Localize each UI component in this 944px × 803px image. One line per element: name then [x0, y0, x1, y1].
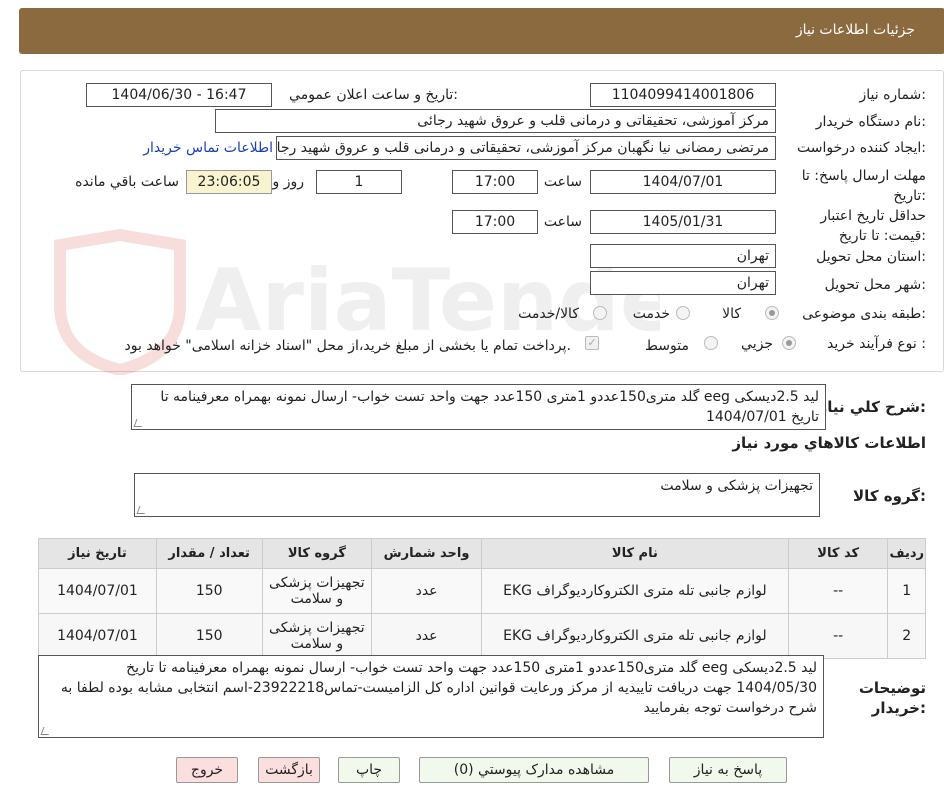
creator-label: ایجاد کننده درخواست:	[797, 140, 926, 156]
cell-name: لوازم جانبی تله متری الکتروکاردیوگراف EK…	[480, 568, 789, 614]
cell-name: لوازم جانبی تله متری الکتروکاردیوگراف EK…	[480, 613, 789, 659]
cell-date: 1404/07/01	[38, 613, 157, 659]
goods-group-value: تجهیزات پزشکی و سلامت	[660, 478, 813, 494]
col-header-quantity: تعداد / مقدار	[155, 538, 263, 569]
process-medium-radio[interactable]	[704, 336, 718, 350]
category-goods-label: کالا	[722, 306, 741, 322]
validity-time-field: 17:00	[452, 210, 538, 234]
need-number-field: 1104099414001806	[590, 83, 776, 107]
category-service-radio[interactable]	[676, 306, 690, 320]
page-title: جزئیات اطلاعات نیاز	[795, 22, 915, 38]
cell-unit: عدد	[371, 568, 482, 614]
deadline-time-field: 17:00	[452, 170, 538, 194]
resize-handle-icon[interactable]	[133, 419, 145, 427]
resize-handle-icon[interactable]	[40, 727, 52, 735]
category-both-radio[interactable]	[593, 306, 607, 320]
payment-checkbox[interactable]: ✓	[585, 336, 599, 350]
buyer-notes-text: لید 2.5دیسکی eeg گلد متری150عددو 1متری 1…	[60, 660, 817, 716]
cell-row-number: 1	[887, 568, 926, 614]
creator-field: مرتضی رمضانی نیا نگهبان مرکز آموزشی، تحق…	[276, 136, 776, 160]
city-field: تهران	[590, 271, 776, 295]
table-row: 1 -- لوازم جانبی تله متری الکتروکاردیوگر…	[38, 568, 926, 614]
description-label: شرح کلي نیاز:	[818, 398, 926, 416]
deadline-date-field: 1404/07/01	[590, 170, 776, 194]
exit-button[interactable]: خروج	[176, 757, 238, 783]
remaining-label: ساعت باقي مانده	[75, 174, 179, 190]
buyer-contact-link[interactable]: اطلاعات تماس خریدار	[143, 140, 273, 156]
buyer-notes-label: توضیحات خریدار:	[858, 679, 926, 717]
back-button[interactable]: بازگشت	[258, 757, 320, 783]
cell-code: --	[787, 568, 889, 614]
category-goods-radio[interactable]	[765, 306, 779, 320]
process-small-radio[interactable]	[782, 336, 796, 350]
buyer-org-field: مرکز آموزشی، تحقیقاتی و درمانی قلب و عرو…	[215, 109, 776, 133]
days-field: 1	[316, 170, 402, 194]
cell-group: تجهیزات پزشکی و سلامت	[261, 568, 373, 614]
process-label: نوع فرآیند خرید :	[827, 336, 926, 352]
cell-code: --	[787, 613, 889, 659]
goods-section-title: اطلاعات کالاهاي مورد نیاز	[732, 434, 926, 452]
reply-button[interactable]: پاسخ به نیاز	[669, 757, 787, 783]
col-header-code: کد کالا	[787, 538, 889, 569]
description-textarea[interactable]: لید 2.5دیسکی eeg گلد متری150عددو 1متری 1…	[131, 384, 826, 430]
process-medium-label: متوسط	[645, 338, 689, 354]
table-header-row: ردیف کد کالا نام کالا واحد شمارش گروه کا…	[38, 538, 926, 569]
cell-date: 1404/07/01	[38, 568, 157, 614]
province-label: استان محل تحویل:	[816, 249, 926, 265]
category-service-label: خدمت	[632, 306, 670, 322]
resize-handle-icon[interactable]	[136, 506, 148, 514]
deadline-time-label: ساعت	[543, 174, 582, 190]
payment-note: پرداخت تمام یا بخشی از مبلغ خرید،از محل …	[124, 338, 571, 354]
goods-group-textarea[interactable]: تجهیزات پزشکی و سلامت	[134, 473, 820, 517]
cell-row-number: 2	[887, 613, 926, 659]
print-button[interactable]: چاپ	[338, 757, 400, 783]
col-header-group: گروه کالا	[261, 538, 373, 569]
category-both-label: کالا/خدمت	[518, 306, 579, 322]
announce-field: 1404/06/30 - 16:47	[86, 83, 272, 107]
description-text: لید 2.5دیسکی eeg گلد متری150عددو 1متری 1…	[160, 389, 819, 425]
validity-label: حداقل تاریخ اعتبار قیمت: تا تاریخ:	[820, 208, 926, 244]
col-header-unit: واحد شمارش	[371, 538, 482, 569]
goods-group-label: گروه کالا:	[853, 487, 926, 505]
validity-time-label: ساعت	[543, 214, 582, 230]
city-label: شهر محل تحویل:	[824, 277, 926, 293]
cell-group: تجهیزات پزشکی و سلامت	[261, 613, 373, 659]
buyer-org-label: نام دستگاه خریدار:	[815, 114, 926, 130]
cell-quantity: 150	[155, 568, 263, 614]
col-header-name: نام کالا	[480, 538, 789, 569]
need-number-label: شماره نیاز:	[859, 87, 926, 103]
cell-unit: عدد	[371, 613, 482, 659]
deadline-label: مهلت ارسال پاسخ: تا تاریخ:	[801, 168, 926, 204]
days-label: روز و	[272, 174, 305, 190]
buyer-notes-textarea[interactable]: لید 2.5دیسکی eeg گلد متری150عددو 1متری 1…	[38, 655, 824, 738]
header-bar: جزئیات اطلاعات نیاز	[19, 8, 944, 54]
validity-date-field: 1405/01/31	[590, 210, 776, 234]
category-label: طبقه بندی موضوعی:	[802, 306, 926, 322]
items-table: ردیف کد کالا نام کالا واحد شمارش گروه کا…	[38, 538, 926, 659]
col-header-date: تاریخ نیاز	[38, 538, 157, 569]
remaining-time-field: 23:06:05	[186, 170, 272, 194]
province-field: تهران	[590, 244, 776, 268]
col-header-row-number: ردیف	[887, 538, 926, 569]
attachments-button[interactable]: مشاهده مدارک پیوستي (0)	[419, 757, 649, 783]
process-small-label: جزیي	[741, 336, 773, 352]
cell-quantity: 150	[155, 613, 263, 659]
announce-label: تاریخ و ساعت اعلان عمومي:	[289, 87, 458, 103]
table-row: 2 -- لوازم جانبی تله متری الکتروکاردیوگر…	[38, 613, 926, 659]
